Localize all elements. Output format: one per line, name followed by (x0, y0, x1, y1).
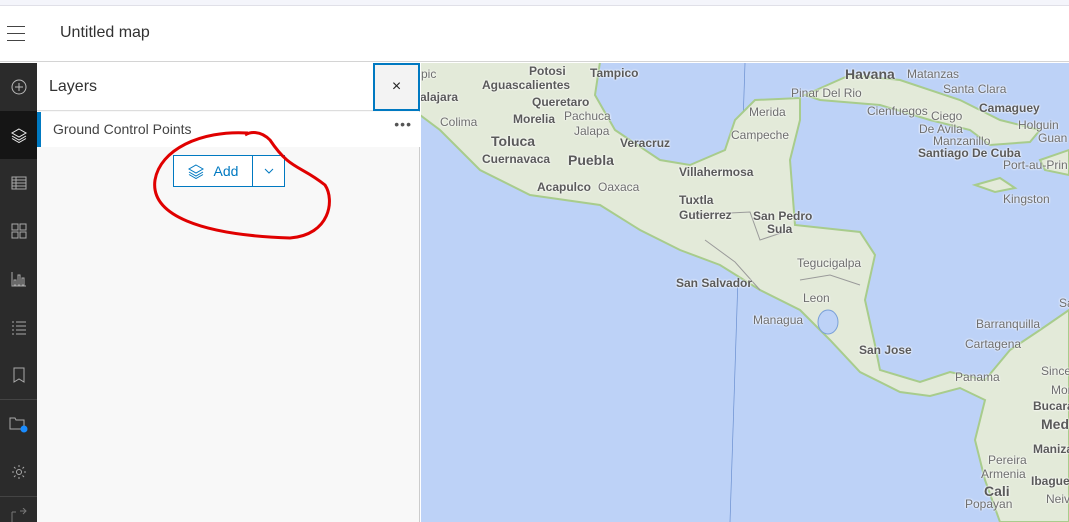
map-label: Matanzas (907, 67, 960, 81)
map-label: Manizale (1033, 442, 1069, 456)
map-label: Panama (955, 370, 1000, 384)
map-label: Since (1041, 364, 1069, 378)
map-label: San Pedro (753, 209, 813, 223)
map-label: Campeche (731, 128, 790, 142)
layer-item[interactable]: Ground Control Points ••• (37, 112, 420, 147)
map-label: Jalapa (574, 124, 610, 138)
layers-button[interactable] (0, 111, 37, 159)
add-button[interactable] (0, 63, 37, 111)
add-button[interactable]: Add (174, 156, 253, 186)
map-title[interactable]: Untitled map (60, 24, 150, 42)
legend-icon (11, 223, 26, 239)
map-label: Cienfuegos (867, 104, 928, 118)
settings-button[interactable] (0, 448, 37, 496)
chevron-down-icon (264, 168, 273, 174)
map-label: Bucaraman (1033, 399, 1069, 413)
map-label: Holguin (1018, 118, 1059, 132)
map-label: Santa Clara (943, 82, 1007, 96)
list-icon (11, 321, 26, 335)
map-label: Sula (767, 222, 793, 236)
layers-icon (10, 128, 27, 143)
map-label: Gutierrez (679, 208, 732, 222)
map-label: Pinar Del Rio (791, 86, 862, 100)
share-button[interactable] (0, 497, 37, 522)
bookmark-icon (13, 367, 24, 383)
map-label: Pereira (988, 453, 1027, 467)
panel-header: Layers × (37, 63, 420, 111)
map-view[interactable]: pic Potosi Tampico Aguascalientes alajara Que… (421, 63, 1069, 522)
map-label: alajara (421, 90, 459, 104)
add-layer-split-button: Add (173, 155, 285, 187)
map-label: Tampico (590, 66, 639, 80)
bookmarks-button[interactable] (0, 351, 37, 399)
plus-circle-icon (11, 79, 26, 95)
map-label: Tuxtla (679, 193, 714, 207)
add-label: Add (213, 163, 239, 179)
legend-button[interactable] (0, 207, 37, 255)
properties-button[interactable] (0, 303, 37, 351)
add-dropdown-button[interactable] (253, 156, 284, 186)
map-label: Armenia (981, 467, 1026, 481)
map-label: San Salvador (676, 276, 753, 290)
map-label: Leon (803, 291, 830, 305)
chart-icon (11, 272, 26, 287)
save-button[interactable] (0, 400, 37, 448)
map-label: Villahermosa (679, 165, 754, 179)
map-label: Puebla (568, 152, 614, 168)
map-label: Aguascalientes (482, 78, 571, 92)
jamaica (971, 176, 1018, 194)
map-label: Neiv (1046, 492, 1069, 506)
map-label: Sa (1059, 296, 1069, 310)
map-label: Oaxaca (598, 180, 640, 194)
map-label: Barranquilla (976, 317, 1041, 331)
map-label: Guan (1038, 131, 1068, 145)
map-label: Havana (845, 66, 895, 82)
map-label: Veracruz (620, 136, 671, 150)
map-label: Ciego (931, 109, 963, 123)
map-label: Ibague (1031, 474, 1069, 488)
charts-button[interactable] (0, 255, 37, 303)
app-header: Untitled map (0, 6, 1069, 62)
map-label: Kingston (1003, 192, 1050, 206)
map-label: Port-au-Prin (1003, 158, 1068, 172)
more-options-button[interactable]: ••• (394, 116, 412, 132)
map-label: pic (421, 67, 437, 81)
map-label: Managua (753, 313, 804, 327)
map-label: Cartagena (965, 337, 1022, 351)
tables-button[interactable] (0, 159, 37, 207)
map-label: Medel (1041, 416, 1069, 432)
hamburger-icon[interactable] (7, 26, 25, 42)
map-label: Morelia (513, 112, 556, 126)
map-label: Monteria (1051, 383, 1069, 397)
map-label: Tegucigalpa (797, 256, 862, 270)
map-label: San Jose (859, 343, 912, 357)
layers-icon (187, 164, 204, 179)
map-label: Popayan (965, 497, 1013, 511)
gear-icon (11, 465, 26, 479)
map-label: Queretaro (532, 95, 590, 109)
table-icon (11, 176, 26, 190)
layer-name: Ground Control Points (53, 121, 192, 137)
map-label: Toluca (491, 133, 536, 149)
map-label: Pachuca (564, 109, 611, 123)
close-button[interactable]: × (373, 63, 420, 111)
map-label: Acapulco (537, 180, 592, 194)
panel-title: Layers (49, 78, 98, 95)
map-label: Camaguey (979, 101, 1040, 115)
map-label: Potosi (529, 64, 566, 78)
share-icon (11, 508, 27, 522)
action-rail (0, 63, 37, 522)
map-label: Merida (749, 105, 786, 119)
folder-icon (9, 417, 27, 433)
layers-panel: Layers × Ground Control Points ••• Add (37, 63, 420, 522)
map-label: Cuernavaca (482, 152, 551, 166)
map-label: Colima (440, 115, 478, 129)
